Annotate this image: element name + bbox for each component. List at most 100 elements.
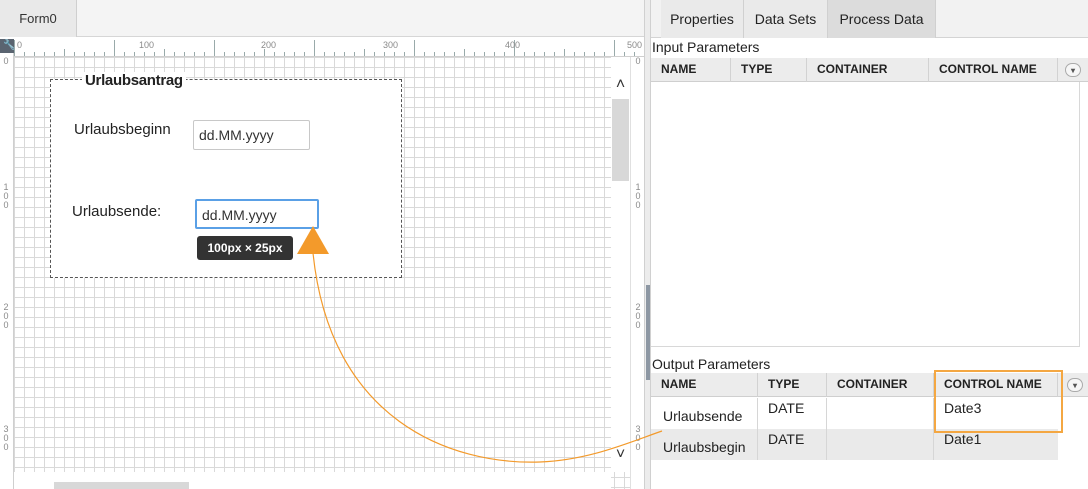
ruler-tick [84,52,85,56]
ruler-tick [334,52,335,56]
scroll-up-icon[interactable]: ˄ [611,75,630,95]
column-menu-icon[interactable]: ▾ [1065,63,1081,77]
scroll-thumb[interactable] [612,99,629,181]
ruler-tick [354,52,355,56]
ruler-tick [364,49,365,56]
ruler-label: 1 0 0 [635,182,641,210]
ruler-tick [54,52,55,56]
input-col-container[interactable]: CONTAINER [807,58,929,82]
cell-type: DATE [758,429,827,460]
ruler-tick [204,52,205,56]
input-parameters-title: Input Parameters [652,39,760,55]
date-input-urlaubsbeginn[interactable]: dd.MM.yyyy [193,120,310,150]
column-menu-icon[interactable]: ▾ [1067,378,1083,392]
canvas-vertical-scrollbar[interactable]: ˄ ˅ [611,57,630,472]
ruler-tick [304,52,305,56]
ruler-tick [284,52,285,56]
ruler-label: 400 [505,40,521,50]
ruler-tick [114,40,115,56]
ruler-tick [504,52,505,56]
form-tab-bar: Form0 [0,0,644,37]
output-grid-header: NAME TYPE CONTAINER CONTROL NAME ▾ [651,373,1088,397]
ruler-tick [484,52,485,56]
ruler-tick [264,49,265,56]
right-ruler: 0 1 0 0 2 0 0 3 0 0 [630,57,644,489]
ruler-tick [194,52,195,56]
table-row[interactable]: Urlaubsende DATE Date3 [651,398,1058,429]
ruler-tick [454,52,455,56]
ruler-tick [604,52,605,56]
output-col-container[interactable]: CONTAINER [827,373,934,397]
cell-name: Urlaubsende [651,398,758,429]
output-col-control-name[interactable]: CONTROL NAME [934,373,1058,397]
tab-form0[interactable]: Form0 [0,0,77,37]
tab-data-sets[interactable]: Data Sets [744,0,828,38]
ruler-tick [544,52,545,56]
input-col-control-name[interactable]: CONTROL NAME [929,58,1058,82]
cell-container [827,398,934,429]
ruler-tick [564,49,565,56]
ruler-tick [64,49,65,56]
ruler-tick [174,52,175,56]
ruler-tick [14,40,15,56]
cell-name: Urlaubsbegin [651,429,758,460]
cell-type: DATE [758,398,827,429]
cell-control-name: Date1 [944,431,982,447]
tab-process-data[interactable]: Process Data [828,0,936,38]
ruler-tick [414,40,415,56]
ruler-tick [244,52,245,56]
ruler-tick [124,52,125,56]
ruler-tick [594,52,595,56]
table-row[interactable]: Urlaubsbegin DATE Date1 [651,429,1058,460]
ruler-tick [494,52,495,56]
ruler-label: 500 [627,40,643,50]
output-col-name[interactable]: NAME [651,373,758,397]
ruler-label: 200 [261,40,277,50]
ruler-tick [524,52,525,56]
ruler-tick [474,52,475,56]
ruler-tick [254,52,255,56]
ruler-tick [94,52,95,56]
ruler-tick [24,52,25,56]
ruler-tick [584,52,585,56]
pane-splitter[interactable] [644,0,651,489]
ruler-label: 2 0 0 [3,302,9,330]
label-urlaubsbeginn: Urlaubsbeginn [74,121,171,138]
ruler-corner[interactable]: 🔧 [0,39,15,53]
date-input-urlaubsende[interactable]: dd.MM.yyyy [195,199,319,229]
input-col-name[interactable]: NAME [651,58,731,82]
ruler-label: 300 [383,40,399,50]
ruler-label: 3 0 0 [3,424,9,452]
ruler-tick [404,52,405,56]
ruler-label: 0 [3,56,9,66]
tab-properties[interactable]: Properties [661,0,744,38]
ruler-tick [274,52,275,56]
ruler-tick [624,52,625,56]
ruler-tick [164,49,165,56]
ruler-tick [344,52,345,56]
canvas-horizontal-scrollbar[interactable] [14,472,611,489]
output-parameters-title: Output Parameters [652,356,771,372]
scroll-down-icon[interactable]: ˅ [611,445,630,465]
ruler-tick [104,52,105,56]
ruler-tick [614,40,615,56]
ruler-label: 2 0 0 [635,302,641,330]
ruler-tick [234,52,235,56]
splitter-grip[interactable] [646,285,650,380]
ruler-label: 0 [17,40,23,50]
cell-control-name: Date3 [944,400,982,416]
output-col-type[interactable]: TYPE [758,373,827,397]
h-scroll-thumb[interactable] [54,482,189,489]
ruler-tick [134,52,135,56]
input-col-type[interactable]: TYPE [731,58,807,82]
ruler-tick [154,52,155,56]
size-tooltip: 100px × 25px [197,236,293,260]
ruler-tick [144,52,145,56]
label-urlaubsende: Urlaubsende: [72,203,162,220]
input-grid-body[interactable] [651,82,1080,347]
ruler-tick [314,40,315,56]
properties-panel: Properties Data Sets Process Data Input … [651,0,1088,489]
ruler-tick [444,52,445,56]
ruler-label: 0 [635,56,641,66]
ruler-tick [464,49,465,56]
